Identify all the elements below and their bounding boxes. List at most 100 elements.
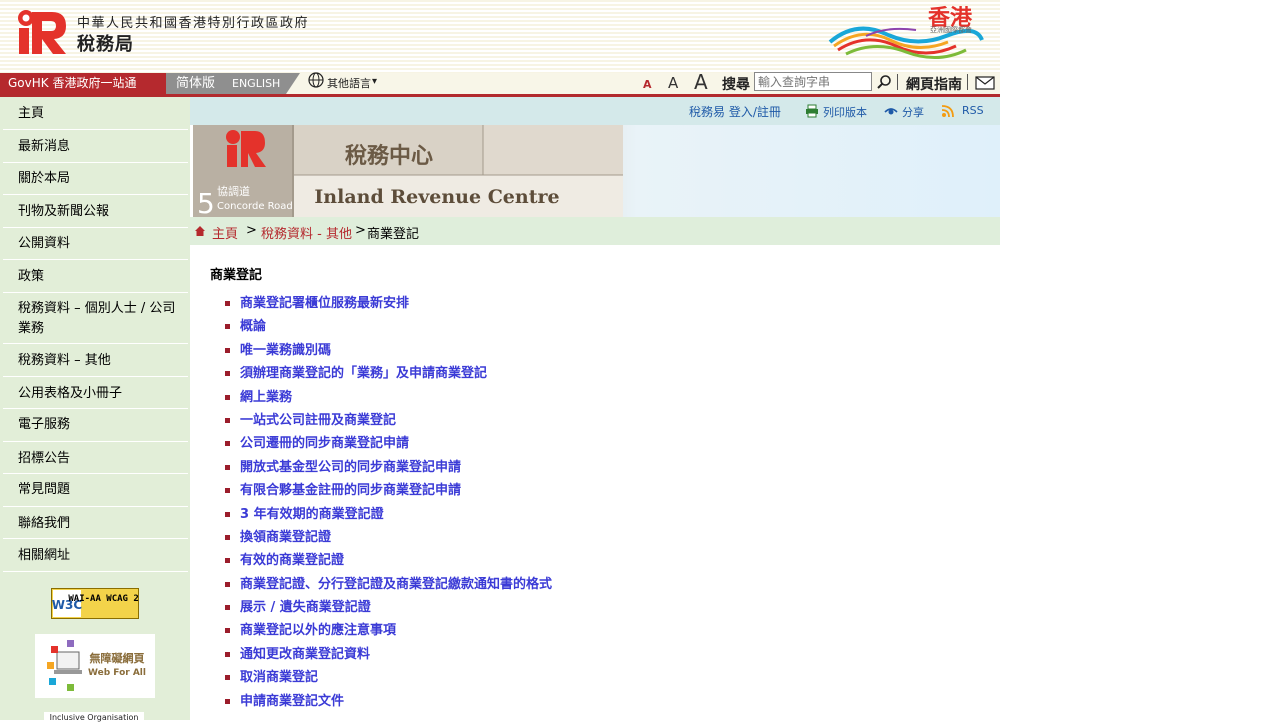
list-item-link[interactable]: 商業登記署櫃位服務最新安排 bbox=[240, 296, 409, 311]
home-icon[interactable] bbox=[195, 226, 205, 236]
list-item[interactable]: 唯一業務識別碼 bbox=[225, 342, 552, 365]
breadcrumb-home-link[interactable]: 主頁 bbox=[212, 223, 238, 242]
svg-text:5: 5 bbox=[197, 187, 215, 217]
list-item-link[interactable]: 公司遷冊的同步商業登記申請 bbox=[240, 436, 409, 451]
print-version-link[interactable]: 列印版本 bbox=[823, 104, 867, 120]
list-item[interactable]: 展示 / 遺失商業登記證 bbox=[225, 599, 552, 622]
inclusive-organisation-badge[interactable]: Inclusive Organisation bbox=[44, 712, 144, 724]
government-name: 中華人民共和國香港特別行政區政府 bbox=[77, 16, 310, 31]
bullet-icon bbox=[225, 301, 230, 306]
font-size-medium-button[interactable]: A bbox=[668, 74, 678, 92]
list-item[interactable]: 換領商業登記證 bbox=[225, 529, 552, 552]
other-languages-menu[interactable]: 其他語言 bbox=[327, 75, 371, 91]
rss-link[interactable]: RSS bbox=[962, 104, 984, 117]
sidebar-item-faq[interactable]: 常見問題 bbox=[3, 474, 188, 507]
svg-text:Web For All: Web For All bbox=[88, 668, 146, 678]
svg-text:無障礙網頁: 無障礙網頁 bbox=[90, 651, 145, 665]
sidebar-item-publications[interactable]: 刊物及新聞公報 bbox=[3, 195, 188, 228]
web-for-all-badge[interactable]: 無障礙網頁 Web For All bbox=[35, 634, 155, 698]
list-item-link[interactable]: 有效的商業登記證 bbox=[240, 553, 344, 568]
etax-login-link[interactable]: 稅務易 登入/註冊 bbox=[689, 103, 781, 120]
list-item[interactable]: 開放式基金型公司的同步商業登記申請 bbox=[225, 459, 552, 482]
bullet-icon bbox=[225, 558, 230, 564]
sidebar-item-e-services[interactable]: 電子服務 bbox=[3, 409, 188, 442]
list-item-link[interactable]: 網上業務 bbox=[240, 390, 292, 405]
sidebar-item-tax-individual-business[interactable]: 稅務資料 – 個別人士 / 公司業務 bbox=[3, 293, 188, 344]
bullet-icon bbox=[225, 394, 230, 400]
lang-simplified-chinese-link[interactable]: 简体版 bbox=[176, 73, 215, 95]
sidebar-item-contact[interactable]: 聯絡我們 bbox=[3, 507, 188, 539]
share-link[interactable]: 分享 bbox=[902, 104, 924, 120]
share-icon[interactable] bbox=[884, 104, 898, 118]
font-size-small-button[interactable]: A bbox=[643, 78, 652, 91]
bullet-icon bbox=[225, 488, 230, 494]
svg-text:協調道: 協調道 bbox=[217, 184, 250, 198]
left-sidebar: 主頁 最新消息 關於本局 刊物及新聞公報 公開資料 政策 稅務資料 – 個別人士… bbox=[0, 97, 190, 720]
rss-icon[interactable] bbox=[941, 104, 955, 118]
list-item[interactable]: 申請商業登記文件 bbox=[225, 693, 552, 716]
list-item[interactable]: 有效的商業登記證 bbox=[225, 552, 552, 575]
brand-asia-world-city-text: 亞洲國際都會 bbox=[930, 26, 972, 34]
bullet-icon bbox=[225, 347, 230, 353]
globe-icon[interactable] bbox=[308, 72, 324, 88]
list-item[interactable]: 網上業務 bbox=[225, 389, 552, 412]
bullet-icon bbox=[225, 651, 230, 657]
list-item-link[interactable]: 有限合夥基金註冊的同步商業登記申請 bbox=[240, 483, 461, 498]
list-item-link[interactable]: 唯一業務識別碼 bbox=[240, 343, 331, 358]
list-item-link[interactable]: 取消商業登記 bbox=[240, 670, 318, 685]
list-item[interactable]: 3 年有效期的商業登記證 bbox=[225, 506, 552, 529]
search-input[interactable] bbox=[754, 72, 872, 91]
sidebar-item-news[interactable]: 最新消息 bbox=[3, 130, 188, 163]
list-item-link[interactable]: 商業登記證、分行登記證及商業登記繳款通知書的格式 bbox=[240, 577, 552, 592]
business-registration-link-list: 商業登記署櫃位服務最新安排 概論 唯一業務識別碼 須辦理商業登記的「業務」及申請… bbox=[225, 295, 552, 716]
list-item[interactable]: 須辦理商業登記的「業務」及申請商業登記 bbox=[225, 365, 552, 388]
font-size-large-button[interactable]: A bbox=[694, 70, 708, 94]
list-item[interactable]: 一站式公司註冊及商業登記 bbox=[225, 412, 552, 435]
bullet-icon bbox=[225, 324, 230, 330]
list-item[interactable]: 有限合夥基金註冊的同步商業登記申請 bbox=[225, 482, 552, 505]
list-item[interactable]: 商業登記署櫃位服務最新安排 bbox=[225, 295, 552, 318]
list-item[interactable]: 通知更改商業登記資料 bbox=[225, 646, 552, 669]
bullet-icon bbox=[225, 464, 230, 470]
page: 中華人民共和國香港特別行政區政府 稅務局 香港 亞洲國際都會 GovHK 香港政… bbox=[0, 0, 1000, 724]
bullet-icon bbox=[225, 511, 230, 517]
ird-logo-icon[interactable] bbox=[16, 8, 68, 54]
search-label: 搜尋 bbox=[722, 77, 750, 93]
list-item-link[interactable]: 展示 / 遺失商業登記證 bbox=[240, 600, 371, 615]
chevron-down-icon[interactable]: ▾ bbox=[372, 76, 377, 87]
list-item-link[interactable]: 須辦理商業登記的「業務」及申請商業登記 bbox=[240, 366, 487, 381]
svg-text:稅務中心: 稅務中心 bbox=[345, 143, 433, 169]
sidebar-item-policy[interactable]: 政策 bbox=[3, 260, 188, 293]
list-item-link[interactable]: 概論 bbox=[240, 319, 266, 334]
list-item[interactable]: 公司遷冊的同步商業登記申請 bbox=[225, 435, 552, 458]
sidebar-item-forms[interactable]: 公用表格及小冊子 bbox=[3, 377, 188, 409]
sidebar-item-home[interactable]: 主頁 bbox=[3, 97, 188, 130]
list-item[interactable]: 概論 bbox=[225, 318, 552, 341]
list-item-link[interactable]: 通知更改商業登記資料 bbox=[240, 647, 370, 662]
bullet-icon bbox=[225, 417, 230, 423]
sidebar-item-tax-other[interactable]: 稅務資料 – 其他 bbox=[3, 344, 188, 377]
list-item-link[interactable]: 換領商業登記證 bbox=[240, 530, 331, 545]
sidebar-item-links[interactable]: 相關網址 bbox=[3, 539, 188, 572]
breadcrumb-tax-other-link[interactable]: 稅務資料 - 其他 bbox=[261, 223, 352, 242]
list-item[interactable]: 商業登記證、分行登記證及商業登記繳款通知書的格式 bbox=[225, 576, 552, 599]
print-icon[interactable] bbox=[805, 104, 819, 118]
sidebar-item-tenders[interactable]: 招標公告 bbox=[3, 442, 188, 474]
list-item-link[interactable]: 申請商業登記文件 bbox=[240, 694, 344, 709]
lang-english-link[interactable]: ENGLISH bbox=[232, 73, 280, 95]
sidebar-item-about[interactable]: 關於本局 bbox=[3, 163, 188, 195]
breadcrumb-separator: > bbox=[246, 223, 257, 238]
list-item[interactable]: 取消商業登記 bbox=[225, 669, 552, 692]
search-icon[interactable] bbox=[876, 74, 892, 90]
w3c-wcag-badge[interactable]: W3C WAI-AA WCAG 2.0 bbox=[51, 588, 139, 619]
list-item-link[interactable]: 3 年有效期的商業登記證 bbox=[240, 507, 384, 522]
site-guide-link[interactable]: 網頁指南 bbox=[906, 74, 962, 94]
mail-icon[interactable] bbox=[975, 76, 995, 90]
list-item-link[interactable]: 商業登記以外的應注意事項 bbox=[240, 623, 396, 638]
list-item-link[interactable]: 開放式基金型公司的同步商業登記申請 bbox=[240, 460, 461, 475]
govhk-link[interactable]: GovHK 香港政府一站通 bbox=[0, 73, 166, 94]
sidebar-item-public-info[interactable]: 公開資料 bbox=[3, 228, 188, 260]
list-item[interactable]: 商業登記以外的應注意事項 bbox=[225, 622, 552, 645]
bullet-icon bbox=[225, 605, 230, 611]
list-item-link[interactable]: 一站式公司註冊及商業登記 bbox=[240, 413, 396, 428]
